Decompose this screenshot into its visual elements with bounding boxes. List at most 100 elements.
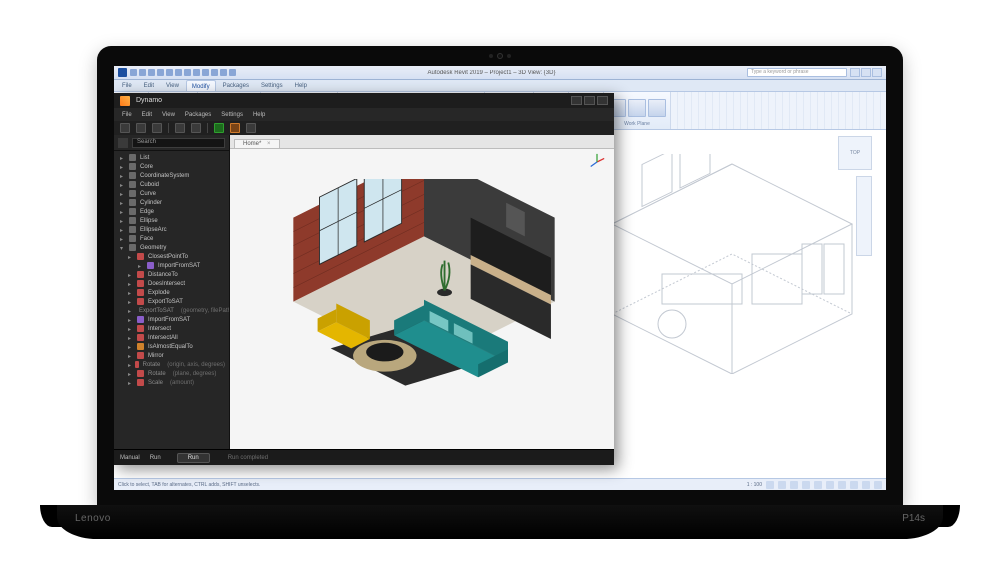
ribbon-tab[interactable]: File <box>117 80 137 91</box>
library-node[interactable]: ImportFromSAT <box>114 315 229 324</box>
status-icon[interactable] <box>802 481 810 489</box>
qat-icon[interactable] <box>229 69 236 76</box>
library-node[interactable]: Rotate(origin, axis, degrees) <box>114 360 229 369</box>
run-icon[interactable] <box>214 123 224 133</box>
workspace-tabs[interactable]: Home* × <box>230 135 614 149</box>
qat-icon[interactable] <box>175 69 182 76</box>
ribbon-icon[interactable] <box>648 99 666 117</box>
library-node[interactable]: ExportToSAT <box>114 297 229 306</box>
library-node[interactable]: Scale(amount) <box>114 378 229 387</box>
close-icon[interactable] <box>872 68 882 77</box>
dynamo-titlebar[interactable]: Dynamo <box>114 93 614 108</box>
dynamo-toolbar[interactable] <box>114 121 614 135</box>
status-icon[interactable] <box>826 481 834 489</box>
library-category[interactable]: Edge <box>114 207 229 216</box>
library-category[interactable]: Geometry <box>114 243 229 252</box>
maximize-icon[interactable] <box>584 96 595 105</box>
new-icon[interactable] <box>120 123 130 133</box>
status-icon[interactable] <box>766 481 774 489</box>
ribbon-tab-active[interactable]: Modify <box>186 80 216 91</box>
dynamo-library-panel[interactable]: Search ListCoreCoordinateSystemCuboidCur… <box>114 135 230 449</box>
library-category[interactable]: Ellipse <box>114 216 229 225</box>
qat-icon[interactable] <box>166 69 173 76</box>
status-icon[interactable] <box>838 481 846 489</box>
qat-icon[interactable] <box>193 69 200 76</box>
status-icon[interactable] <box>862 481 870 489</box>
ribbon-icon[interactable] <box>628 99 646 117</box>
revit-window-buttons[interactable] <box>850 68 882 77</box>
node-label: Mirror <box>148 353 164 359</box>
library-category[interactable]: Core <box>114 162 229 171</box>
qat-icon[interactable] <box>139 69 146 76</box>
stop-icon[interactable] <box>230 123 240 133</box>
library-category[interactable]: CoordinateSystem <box>114 171 229 180</box>
revit-search-input[interactable]: Type a keyword or phrase <box>747 68 847 77</box>
library-tree[interactable]: ListCoreCoordinateSystemCuboidCurveCylin… <box>114 151 229 449</box>
library-node[interactable]: Explode <box>114 288 229 297</box>
save-icon[interactable] <box>152 123 162 133</box>
library-node[interactable]: DistanceTo <box>114 270 229 279</box>
minimize-icon[interactable] <box>571 96 582 105</box>
maximize-icon[interactable] <box>861 68 871 77</box>
qat-icon[interactable] <box>148 69 155 76</box>
menu-item[interactable]: Settings <box>221 112 243 118</box>
menu-item[interactable]: Edit <box>142 112 152 118</box>
status-icon[interactable] <box>814 481 822 489</box>
status-icon[interactable] <box>850 481 858 489</box>
qat-icon[interactable] <box>184 69 191 76</box>
library-search-input[interactable]: Search <box>132 138 225 148</box>
undo-icon[interactable] <box>175 123 185 133</box>
close-icon[interactable] <box>597 96 608 105</box>
menu-item[interactable]: Help <box>253 112 265 118</box>
library-node[interactable]: ClosestPointTo <box>114 252 229 261</box>
axes-gizmo-icon[interactable] <box>588 153 606 171</box>
chevron-icon <box>120 200 125 205</box>
status-icon[interactable] <box>874 481 882 489</box>
library-category[interactable]: Cylinder <box>114 198 229 207</box>
ribbon-tabs[interactable]: File Edit View Modify Packages Settings … <box>114 80 886 92</box>
menu-item[interactable]: View <box>162 112 175 118</box>
ribbon-tab[interactable]: Help <box>290 80 312 91</box>
library-node[interactable]: DoesIntersect <box>114 279 229 288</box>
menu-item[interactable]: Packages <box>185 112 211 118</box>
ribbon-tab[interactable]: Packages <box>218 80 254 91</box>
library-node[interactable]: Mirror <box>114 351 229 360</box>
menu-item[interactable]: File <box>122 112 132 118</box>
dynamo-window[interactable]: Dynamo File Edit View Packages Settings … <box>114 93 614 465</box>
qat-icon[interactable] <box>220 69 227 76</box>
open-icon[interactable] <box>136 123 146 133</box>
workspace-tab[interactable]: Home* × <box>234 139 280 148</box>
qat-icon[interactable] <box>157 69 164 76</box>
library-category[interactable]: Face <box>114 234 229 243</box>
library-node[interactable]: Intersect <box>114 324 229 333</box>
run-mode-manual[interactable]: Manual <box>120 455 140 461</box>
settings-icon[interactable] <box>246 123 256 133</box>
ribbon-tab[interactable]: Edit <box>139 80 159 91</box>
ribbon-tab[interactable]: Settings <box>256 80 288 91</box>
run-mode-auto[interactable]: Run <box>150 455 161 461</box>
ribbon-tab[interactable]: View <box>161 80 184 91</box>
library-node[interactable]: Rotate(plane, degrees) <box>114 369 229 378</box>
status-icon[interactable] <box>778 481 786 489</box>
library-category[interactable]: Curve <box>114 189 229 198</box>
qat-icon[interactable] <box>130 69 137 76</box>
minimize-icon[interactable] <box>850 68 860 77</box>
library-node[interactable]: ExportToSAT(geometry, filePath) <box>114 306 229 315</box>
quick-access-toolbar[interactable] <box>130 69 236 76</box>
close-icon[interactable]: × <box>267 141 271 147</box>
run-button[interactable]: Run <box>177 453 210 463</box>
qat-icon[interactable] <box>211 69 218 76</box>
dynamo-window-buttons[interactable] <box>571 96 608 105</box>
library-category[interactable]: List <box>114 153 229 162</box>
status-icon[interactable] <box>790 481 798 489</box>
library-category[interactable]: EllipseArc <box>114 225 229 234</box>
redo-icon[interactable] <box>191 123 201 133</box>
dynamo-canvas[interactable]: Home* × <box>230 135 614 449</box>
library-node[interactable]: ImportFromSAT <box>114 261 229 270</box>
library-node[interactable]: IntersectAll <box>114 333 229 342</box>
qat-icon[interactable] <box>202 69 209 76</box>
library-node[interactable]: IsAlmostEqualTo <box>114 342 229 351</box>
dynamo-menubar[interactable]: File Edit View Packages Settings Help <box>114 108 614 121</box>
status-scale[interactable]: 1 : 100 <box>747 482 762 488</box>
library-category[interactable]: Cuboid <box>114 180 229 189</box>
